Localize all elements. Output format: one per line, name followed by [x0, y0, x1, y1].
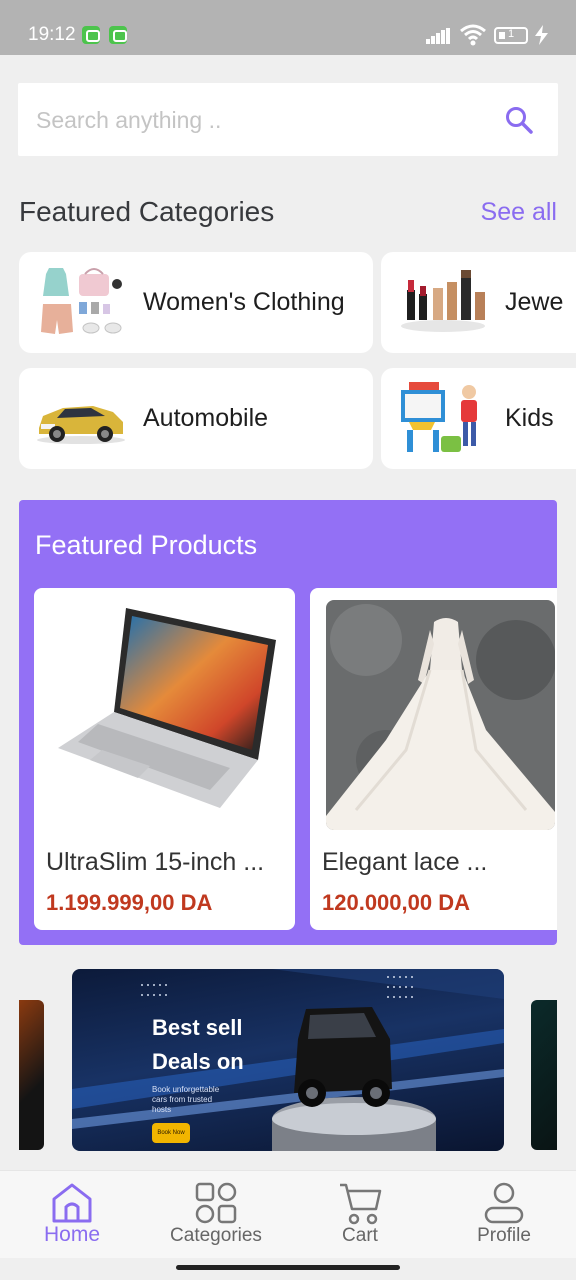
product-price: 120.000,00 DA — [322, 890, 470, 915]
featured-products-section: Featured Products UltraSlim 15-inch ... … — [19, 500, 557, 945]
featured-categories-title: Featured Categories — [19, 196, 275, 227]
signal-icon — [426, 28, 452, 44]
status-bar: 19:12 1 — [0, 0, 576, 55]
grid-icon — [195, 1182, 237, 1224]
search-bar[interactable] — [18, 83, 558, 156]
featured-products-title: Featured Products — [35, 530, 258, 560]
category-card-womens-clothing[interactable]: Women's Clothing — [19, 252, 373, 353]
banner-headline: Best sell — [152, 1015, 243, 1040]
nav-label: Categories — [170, 1225, 262, 1246]
nav-label: Home — [43, 1223, 101, 1246]
wifi-icon — [460, 24, 486, 46]
category-card-jewelry[interactable]: Jewe — [381, 252, 576, 353]
user-icon — [484, 1182, 524, 1224]
banner-subtitle: Book unforgettable cars from trusted hos… — [152, 1085, 220, 1114]
battery-icon: 1 — [494, 27, 528, 44]
product-name: Elegant lace ... — [322, 848, 488, 876]
womens-clothing-image — [33, 262, 129, 342]
category-card-automobile[interactable]: Automobile — [19, 368, 373, 469]
home-icon — [52, 1183, 92, 1223]
banner-book-button[interactable]: Book Now — [152, 1123, 190, 1143]
product-card-laptop[interactable]: UltraSlim 15-inch ... 1.199.999,00 DA — [34, 588, 295, 930]
nav-categories[interactable]: Categories — [144, 1171, 288, 1259]
banner-next-slide[interactable] — [531, 1000, 557, 1150]
banner-headline: Deals on — [152, 1049, 244, 1074]
nav-home[interactable]: Home — [0, 1171, 144, 1259]
status-time: 19:12 — [28, 24, 76, 45]
cart-icon — [340, 1183, 382, 1225]
battery-level: 1 — [507, 28, 515, 40]
automobile-image — [33, 378, 129, 458]
wedding-dress-image — [326, 600, 555, 830]
nav-profile[interactable]: Profile — [432, 1171, 576, 1259]
search-icon[interactable] — [504, 105, 534, 135]
see-all-link[interactable]: See all — [481, 198, 557, 227]
nav-cart[interactable]: Cart — [288, 1171, 432, 1259]
promo-banner[interactable]: Best sell Deals on Book unforgettable ca… — [72, 969, 504, 1151]
laptop-image — [50, 600, 279, 830]
banner-background-art — [72, 969, 504, 1151]
charging-icon — [535, 25, 548, 45]
category-card-kids[interactable]: Kids — [381, 368, 576, 469]
category-label: Jewe — [505, 288, 564, 316]
category-label: Automobile — [143, 404, 269, 432]
search-input[interactable] — [36, 105, 496, 135]
product-price: 1.199.999,00 DA — [46, 890, 213, 915]
nav-label: Profile — [477, 1225, 531, 1246]
category-label: Women's Clothing — [143, 288, 345, 316]
jewelry-cosmetics-image — [395, 262, 491, 342]
home-indicator — [176, 1265, 400, 1270]
banner-prev-slide[interactable] — [19, 1000, 44, 1150]
bottom-navigation: Home Categories Cart Profile — [0, 1170, 576, 1258]
category-label: Kids — [505, 404, 554, 432]
nav-label: Cart — [342, 1225, 378, 1246]
kids-toys-image — [395, 378, 491, 458]
notification-app-icon — [82, 26, 100, 44]
notification-app-icon — [109, 26, 127, 44]
product-name: UltraSlim 15-inch ... — [46, 848, 265, 876]
product-card-dress[interactable]: Elegant lace ... 120.000,00 DA — [310, 588, 557, 930]
